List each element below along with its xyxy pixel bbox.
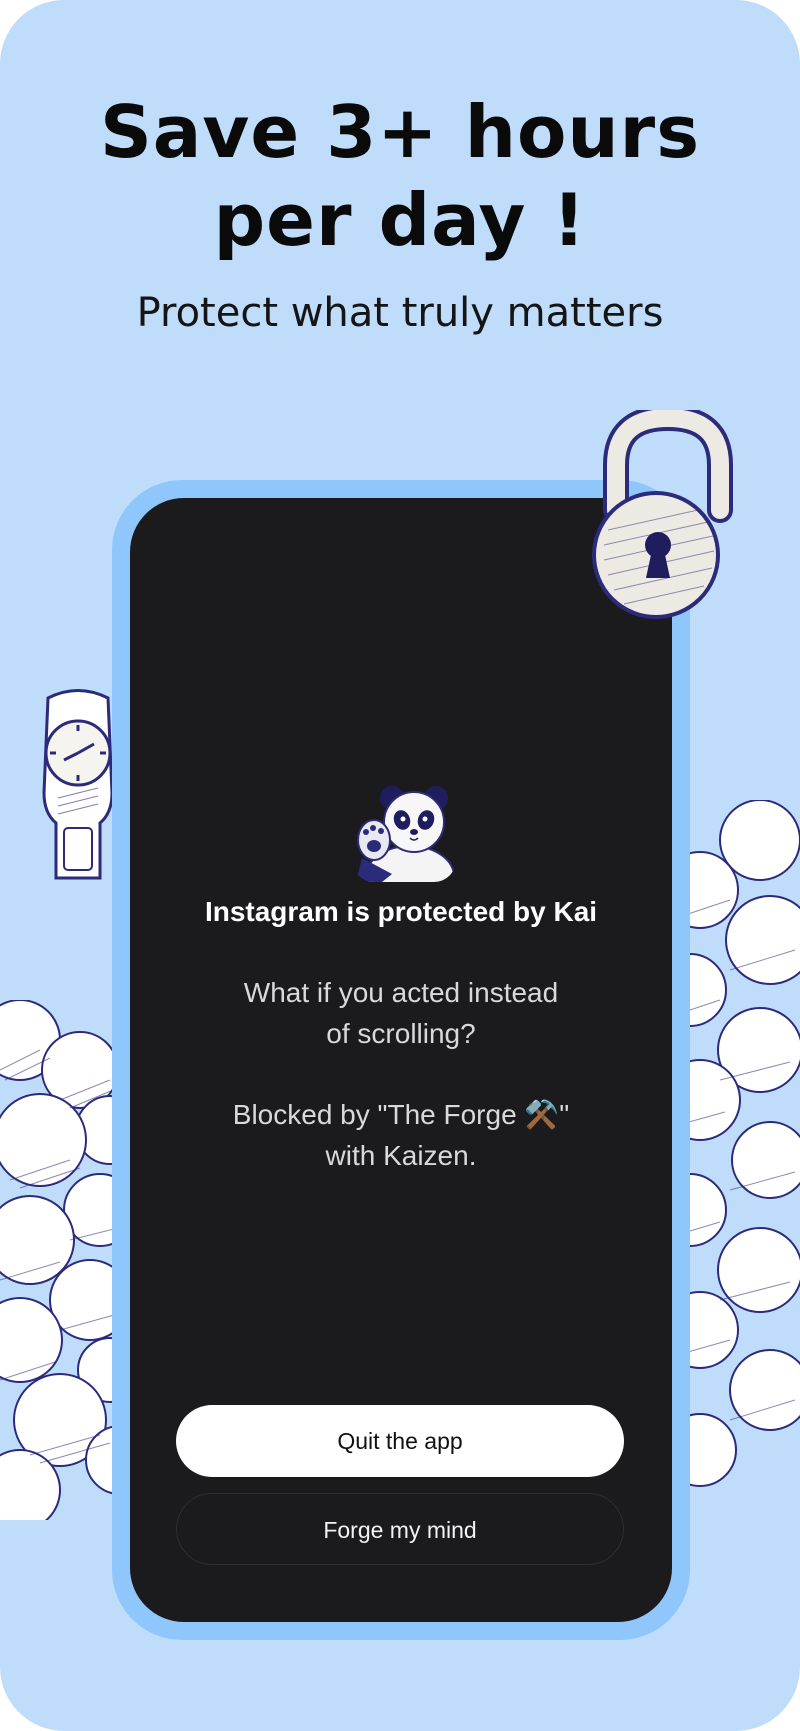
blocked-by-message: Blocked by "The Forge ⚒️" with Kaizen. xyxy=(130,1094,672,1176)
headline: Save 3+ hours per day ! xyxy=(0,88,800,264)
reflection-line-1: What if you acted instead xyxy=(243,977,559,1008)
blocked-app-title: Instagram is protected by Kai xyxy=(204,896,598,927)
headline-line-2: per day ! xyxy=(213,178,587,262)
blocked-by-line-1: Blocked by "The Forge ⚒️" xyxy=(232,1099,570,1130)
forge-my-mind-button[interactable]: Forge my mind xyxy=(176,1493,624,1565)
quit-app-button[interactable]: Quit the app xyxy=(176,1405,624,1477)
reflection-message: What if you acted instead of scrolling? xyxy=(130,972,672,1054)
panda-avatar xyxy=(352,778,456,882)
subtitle: Protect what truly matters xyxy=(136,290,664,336)
panda-illustration xyxy=(352,778,456,882)
headline-line-1: Save 3+ hours xyxy=(99,90,701,174)
blocked-by-line-2: with Kaizen. xyxy=(325,1140,477,1171)
reflection-line-2: of scrolling? xyxy=(326,1018,476,1049)
app-store-card: Save 3+ hours per day ! Protect what tru… xyxy=(0,0,800,1731)
padlock-icon xyxy=(592,410,733,619)
